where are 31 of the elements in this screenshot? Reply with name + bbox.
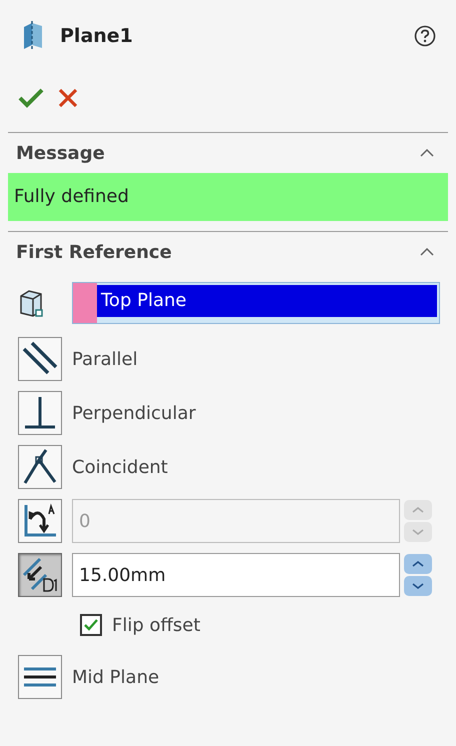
- section-title: First Reference: [16, 242, 172, 262]
- chevron-icon[interactable]: [420, 149, 434, 157]
- selection-list-field[interactable]: Top Plane: [72, 282, 440, 324]
- cancel-close-icon[interactable]: [58, 88, 78, 108]
- perpendicular-icon[interactable]: [18, 391, 62, 435]
- option-label: Coincident: [72, 456, 168, 478]
- panel-title: Plane1: [60, 25, 134, 47]
- coincident-icon[interactable]: [18, 445, 62, 489]
- face-selection-icon: [18, 288, 44, 318]
- chevron-icon[interactable]: [420, 248, 434, 256]
- plane-icon: [22, 21, 44, 51]
- ok-checkmark-icon[interactable]: [18, 88, 44, 108]
- status-message: Fully defined: [8, 173, 448, 221]
- help-icon[interactable]: [414, 25, 436, 47]
- chevron-down-icon: [412, 583, 424, 589]
- option-label: Mid Plane: [72, 666, 160, 688]
- chevron-up-icon: [412, 561, 424, 567]
- offset-distance-icon[interactable]: [18, 553, 62, 597]
- checkbox[interactable]: [80, 614, 102, 636]
- option-label: Parallel: [72, 348, 138, 370]
- checkmark-icon: [84, 619, 98, 631]
- chevron-down-icon: [412, 529, 424, 535]
- parallel-lines-icon[interactable]: [18, 337, 62, 381]
- section-title: Message: [16, 142, 105, 164]
- option-label: Perpendicular: [72, 402, 196, 424]
- checkbox-label: Flip offset: [112, 614, 200, 636]
- chevron-up-icon: [412, 507, 424, 513]
- value-input-field[interactable]: 15.00mm: [72, 553, 400, 597]
- spin-up-button[interactable]: [404, 554, 432, 574]
- mid-plane-icon[interactable]: [18, 655, 62, 699]
- spin-down-button[interactable]: [404, 576, 432, 596]
